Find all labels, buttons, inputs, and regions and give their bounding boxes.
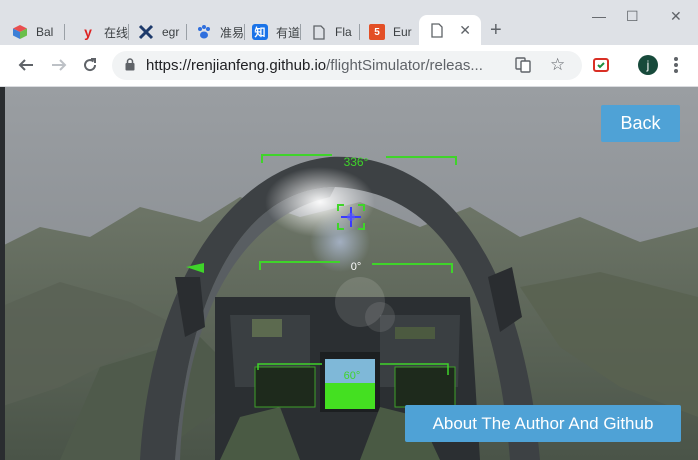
tab-6[interactable]: Fla <box>311 19 360 45</box>
browser-toolbar: https://renjianfeng.github.io/flightSimu… <box>0 45 698 87</box>
reload-icon[interactable] <box>80 55 100 75</box>
tab-divider <box>300 24 301 40</box>
tab-divider <box>244 24 245 40</box>
tab-strip: Bal y 在线 egr 准易 知 有道 Fla 5 Eur ✕ + — ☐ ✕ <box>0 0 698 45</box>
zhihu-favicon-icon: 知 <box>252 24 268 40</box>
address-bar[interactable]: https://renjianfeng.github.io/flightSimu… <box>112 51 582 80</box>
tab-3[interactable]: egr <box>138 19 187 45</box>
translate-icon[interactable] <box>515 57 531 73</box>
back-arrow-icon[interactable] <box>16 55 36 75</box>
close-tab-icon[interactable]: ✕ <box>459 22 471 39</box>
tab-divider <box>359 24 360 40</box>
tab-3-label: egr <box>162 25 180 39</box>
flight-simulator-canvas[interactable]: 336° 0° 60° Back About The Author And Gi… <box>0 87 698 460</box>
minimize-icon[interactable]: — <box>592 8 606 24</box>
hud-heading-readout: 336° <box>344 155 369 169</box>
bookmark-star-icon[interactable]: ☆ <box>550 55 565 75</box>
document-favicon-icon <box>429 22 445 38</box>
tab-5[interactable]: 知 有道 <box>252 19 301 45</box>
crossed-tools-favicon-icon <box>138 24 154 40</box>
tab-7-label: Eur <box>393 25 412 39</box>
viewport-left-edge <box>0 87 5 460</box>
tab-active[interactable]: ✕ <box>419 15 481 45</box>
cube-favicon-icon <box>12 24 28 40</box>
tab-2[interactable]: y 在线 <box>80 19 129 45</box>
document-favicon-icon <box>311 24 327 40</box>
maximize-icon[interactable]: ☐ <box>626 8 639 25</box>
kebab-menu-icon[interactable] <box>674 57 678 75</box>
tab-divider <box>186 24 187 40</box>
tab-6-label: Fla <box>335 25 352 39</box>
hud-lower-readout: 60° <box>344 370 361 382</box>
new-tab-button[interactable]: + <box>490 20 502 40</box>
tab-4-label: 准易 <box>220 25 245 40</box>
extension-icon[interactable] <box>593 57 609 73</box>
tab-2-label: 在线 <box>104 25 129 40</box>
tab-1-label: Bal <box>36 25 54 39</box>
lock-icon <box>125 58 135 76</box>
tab-7[interactable]: 5 Eur <box>369 19 417 45</box>
tab-divider <box>128 24 129 40</box>
hud-pitch-readout: 0° <box>351 261 362 273</box>
profile-avatar[interactable]: j <box>638 55 658 75</box>
about-author-github-button[interactable]: About The Author And Github <box>405 405 681 442</box>
back-button[interactable]: Back <box>601 105 680 142</box>
close-window-icon[interactable]: ✕ <box>670 8 682 25</box>
yoyo-favicon-icon: y <box>84 24 92 40</box>
tab-4[interactable]: 准易 <box>196 19 245 45</box>
url-text[interactable]: https://renjianfeng.github.io/flightSimu… <box>146 57 500 74</box>
baidu-paw-favicon-icon <box>196 24 212 40</box>
forward-arrow-icon[interactable] <box>49 55 69 75</box>
tab-1[interactable]: Bal <box>12 19 65 45</box>
tab-divider <box>64 24 65 40</box>
html5-favicon-icon: 5 <box>369 24 385 40</box>
tab-5-label: 有道 <box>276 25 301 40</box>
